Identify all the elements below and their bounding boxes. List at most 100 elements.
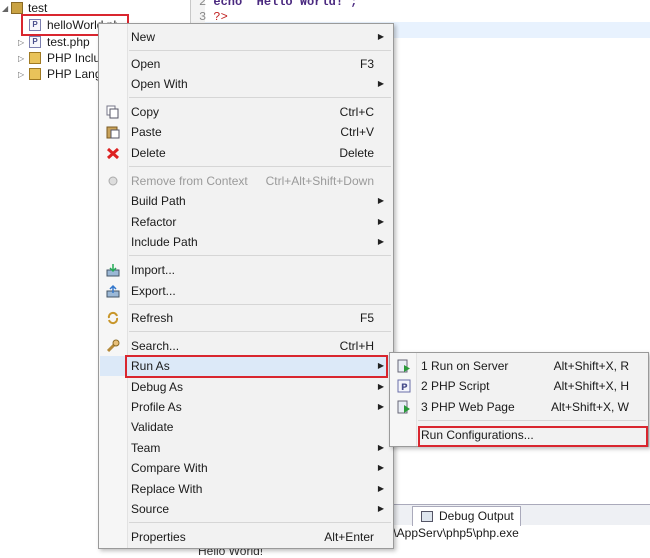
console-path: :\AppServ\php5\php.exe xyxy=(390,526,519,540)
run-as-submenu: 1 Run on Server Alt+Shift+X, R P 2 PHP S… xyxy=(389,352,649,447)
paste-icon xyxy=(106,125,120,139)
menu-item-label: Include Path xyxy=(131,235,198,249)
menu-item-label: Debug As xyxy=(131,380,184,394)
menu-item-run-on-server[interactable]: 1 Run on Server Alt+Shift+X, R xyxy=(391,356,647,376)
menu-item-copy[interactable]: Copy Ctrl+C xyxy=(100,102,392,122)
delete-icon xyxy=(106,146,120,160)
menu-item-import[interactable]: Import... xyxy=(100,260,392,280)
menu-item-properties[interactable]: Properties Alt+Enter xyxy=(100,527,392,547)
menu-separator xyxy=(129,331,391,332)
menu-item-php-script[interactable]: P 2 PHP Script Alt+Shift+X, H xyxy=(391,376,647,396)
collapsed-arrow-icon[interactable]: ▷ xyxy=(18,66,24,83)
menu-item-label: Validate xyxy=(131,420,174,434)
menu-item-team[interactable]: Team ▶ xyxy=(100,438,392,458)
submenu-arrow-icon: ▶ xyxy=(377,32,384,41)
menu-item-shortcut: Ctrl+C xyxy=(339,105,374,119)
menu-item-new[interactable]: New ▶ xyxy=(100,27,392,47)
menu-item-build-path[interactable]: Build Path ▶ xyxy=(100,191,392,211)
menu-item-paste[interactable]: Paste Ctrl+V xyxy=(100,122,392,142)
php-file-icon: P xyxy=(29,36,41,48)
menu-item-shortcut: Alt+Enter xyxy=(324,530,374,544)
menu-item-remove-from-context[interactable]: Remove from Context Ctrl+Alt+Shift+Down xyxy=(100,171,392,191)
menu-item-label: Replace With xyxy=(131,482,203,496)
menu-item-label: Paste xyxy=(131,125,162,139)
code-text: echo "Hello World!"; xyxy=(213,0,358,9)
menu-item-search[interactable]: Search... Ctrl+H xyxy=(100,336,392,356)
code-text: ?> xyxy=(213,10,228,24)
menu-item-shortcut: F3 xyxy=(359,57,374,71)
menu-item-label: Profile As xyxy=(131,400,182,414)
menu-item-profile-as[interactable]: Profile As ▶ xyxy=(100,397,392,417)
debug-output-icon xyxy=(421,511,433,522)
menu-item-label: Delete xyxy=(131,146,166,160)
code-line: 3 ?> xyxy=(199,10,228,24)
menu-item-label: Open With xyxy=(131,77,188,91)
search-icon xyxy=(106,339,120,353)
menu-item-debug-as[interactable]: Debug As ▶ xyxy=(100,377,392,397)
menu-item-shortcut: Ctrl+V xyxy=(340,125,374,139)
refresh-icon xyxy=(106,311,120,325)
export-icon xyxy=(106,284,120,298)
menu-separator xyxy=(418,420,646,421)
tree-item-language-library[interactable]: ▷ PHP Language Library xyxy=(0,66,100,83)
menu-separator xyxy=(129,50,391,51)
menu-separator xyxy=(129,97,391,98)
menu-item-shortcut: Ctrl+H xyxy=(339,339,374,353)
menu-item-delete[interactable]: Delete Delete xyxy=(100,143,392,163)
line-number: 2 xyxy=(199,0,207,9)
bottom-panel-tabs: Debug Output xyxy=(360,504,650,526)
tab-debug-output[interactable]: Debug Output xyxy=(412,506,521,526)
collapsed-arrow-icon[interactable]: ▷ xyxy=(18,50,24,67)
menu-item-shortcut: Ctrl+Alt+Shift+Down xyxy=(265,174,374,188)
copy-icon xyxy=(106,105,120,119)
php-web-page-icon xyxy=(397,400,411,414)
highlight-box-run-configurations xyxy=(418,426,648,447)
menu-item-refactor[interactable]: Refactor ▶ xyxy=(100,212,392,232)
menu-item-validate[interactable]: Validate xyxy=(100,417,392,437)
tree-item-label: PHP Include Path xyxy=(47,51,100,65)
collapsed-arrow-icon[interactable]: ▷ xyxy=(18,34,24,51)
tree-item-include-path[interactable]: ▷ PHP Include Path xyxy=(0,50,100,67)
menu-item-include-path[interactable]: Include Path ▶ xyxy=(100,232,392,252)
menu-item-shortcut: Alt+Shift+X, R xyxy=(553,359,629,373)
library-icon xyxy=(29,52,41,64)
menu-item-php-web-page[interactable]: 3 PHP Web Page Alt+Shift+X, W xyxy=(391,397,647,417)
submenu-arrow-icon: ▶ xyxy=(377,217,384,226)
library-icon xyxy=(29,68,41,80)
run-server-icon xyxy=(397,359,411,373)
menu-item-open[interactable]: Open F3 xyxy=(100,54,392,74)
line-number: 3 xyxy=(199,10,207,24)
menu-separator xyxy=(129,166,391,167)
menu-separator xyxy=(129,304,391,305)
menu-item-label: Refactor xyxy=(131,215,177,229)
menu-item-shortcut: Delete xyxy=(339,146,374,160)
tab-label: Debug Output xyxy=(439,509,514,523)
menu-item-label: 2 PHP Script xyxy=(421,379,490,393)
menu-item-label: Properties xyxy=(131,530,186,544)
menu-item-label: Open xyxy=(131,57,161,71)
submenu-arrow-icon: ▶ xyxy=(377,443,384,452)
menu-item-label: 3 PHP Web Page xyxy=(421,400,515,414)
menu-separator xyxy=(129,255,391,256)
submenu-arrow-icon: ▶ xyxy=(377,79,384,88)
menu-item-replace-with[interactable]: Replace With ▶ xyxy=(100,479,392,499)
submenu-arrow-icon: ▶ xyxy=(377,382,384,391)
menu-item-open-with[interactable]: Open With ▶ xyxy=(100,74,392,94)
submenu-arrow-icon: ▶ xyxy=(377,196,384,205)
menu-item-shortcut: F5 xyxy=(359,311,374,325)
menu-item-label: Search... xyxy=(131,339,180,353)
remove-context-icon xyxy=(106,174,120,188)
menu-item-label: Source xyxy=(131,502,170,516)
submenu-arrow-icon: ▶ xyxy=(377,402,384,411)
menu-item-label: 1 Run on Server xyxy=(421,359,509,373)
tree-item-label: test.php xyxy=(47,35,90,49)
menu-item-compare-with[interactable]: Compare With ▶ xyxy=(100,458,392,478)
menu-item-refresh[interactable]: Refresh F5 xyxy=(100,308,392,328)
expanded-arrow-icon[interactable]: ◢ xyxy=(2,0,8,17)
menu-item-source[interactable]: Source ▶ xyxy=(100,499,392,519)
php-project-icon xyxy=(11,2,23,14)
submenu-arrow-icon: ▶ xyxy=(377,484,384,493)
menu-item-export[interactable]: Export... xyxy=(100,281,392,301)
menu-item-label: Team xyxy=(131,441,161,455)
menu-item-label: Import... xyxy=(131,263,176,277)
